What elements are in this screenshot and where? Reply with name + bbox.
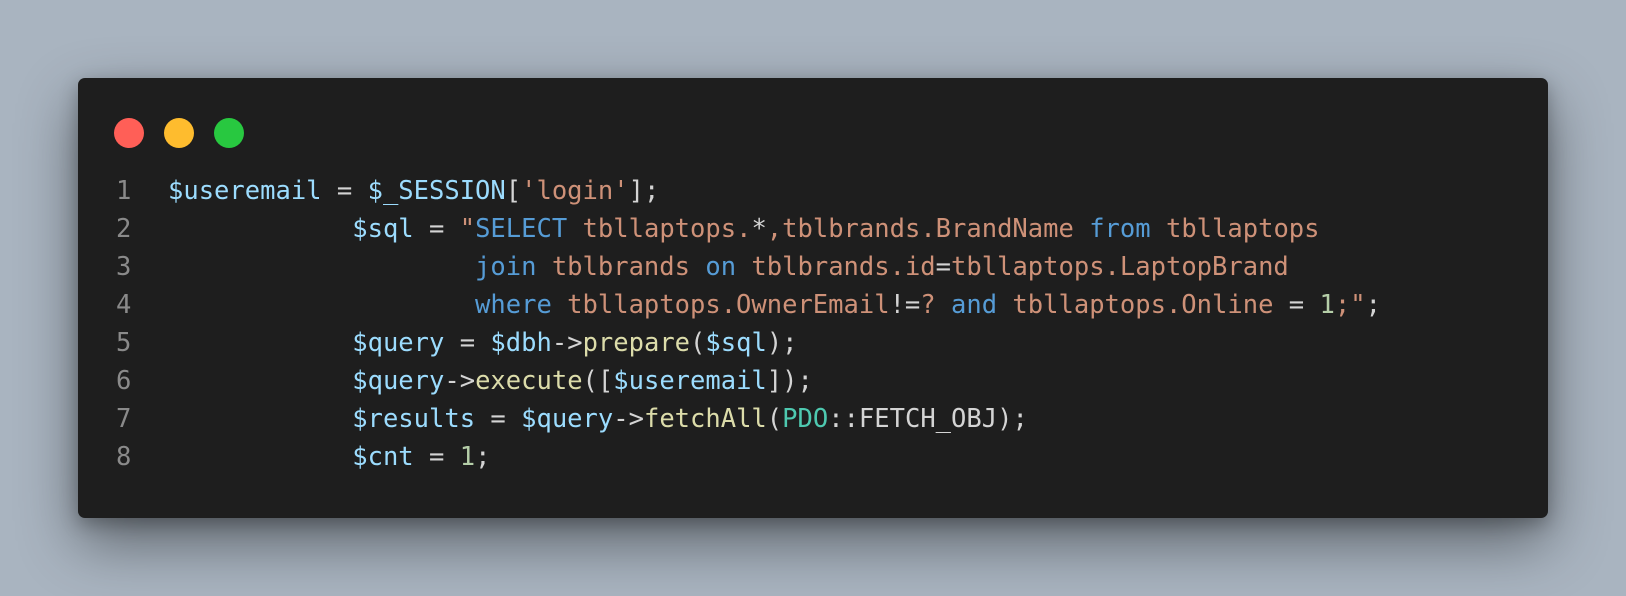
code-line: 5 $query = $dbh->prepare($sql); [78, 324, 1548, 362]
code-token: = [321, 176, 368, 206]
line-number: 3 [116, 252, 132, 282]
code-text: $sql = "SELECT tbllaptops.*,tblbrands.Br… [168, 210, 1320, 248]
code-token: tblbrands.id [736, 252, 936, 282]
code-token: [ [505, 176, 522, 206]
code-line: 1 $useremail = $_SESSION['login']; [78, 172, 1548, 210]
code-token: " [459, 214, 476, 244]
code-token: ; [475, 442, 491, 472]
maximize-dot-icon[interactable] [214, 118, 244, 148]
code-text: $useremail = $_SESSION['login']; [168, 172, 659, 210]
code-token: SELECT [475, 214, 568, 244]
code-block: 1 $useremail = $_SESSION['login']; 2 $sql … [78, 172, 1548, 476]
close-dot-icon[interactable] [114, 118, 144, 148]
code-token: -> [444, 366, 476, 396]
code-line: 6 $query->execute([$useremail]); [78, 362, 1548, 400]
minimize-dot-icon[interactable] [164, 118, 194, 148]
code-token: -> [551, 328, 583, 358]
code-token: and [951, 290, 998, 320]
code-token: = [935, 252, 952, 282]
code-window: 1 $useremail = $_SESSION['login']; 2 $sql … [78, 78, 1548, 518]
code-text: $cnt = 1; [168, 438, 490, 476]
line-number: 5 [116, 328, 132, 358]
code-token: ;" [1334, 290, 1366, 320]
code-line: 2 $sql = "SELECT tbllaptops.*,tblbrands.… [78, 210, 1548, 248]
code-line: 8 $cnt = 1; [78, 438, 1548, 476]
code-text: $results = $query->fetchAll(PDO::FETCH_O… [168, 400, 1028, 438]
code-token: = [444, 328, 491, 358]
code-token: $_SESSION [367, 176, 506, 206]
code-token: prepare [582, 328, 691, 358]
code-token: != [889, 290, 921, 320]
code-text: $query->execute([$useremail]); [168, 362, 813, 400]
line-number: 8 [116, 442, 132, 472]
line-number: 7 [116, 404, 132, 434]
code-token: tbllaptops. [567, 214, 752, 244]
code-token: tblbrands [536, 252, 706, 282]
code-token: where [475, 290, 552, 320]
code-token: tbllaptops [1150, 214, 1320, 244]
code-token: ( [690, 328, 706, 358]
code-text: where tbllaptops.OwnerEmail!=? and tblla… [168, 286, 1381, 324]
code-token: from [1089, 214, 1151, 244]
code-token: ? [920, 290, 952, 320]
code-token: tbllaptops.LaptopBrand [951, 252, 1289, 282]
code-token: ::FETCH_OBJ); [828, 404, 1028, 434]
code-token: PDO [782, 404, 829, 434]
code-text: join tblbrands on tblbrands.id=tbllaptop… [168, 248, 1289, 286]
code-token: $results [352, 404, 476, 434]
code-token: $dbh [490, 328, 552, 358]
code-token: ); [766, 328, 798, 358]
code-token: fetchAll [643, 404, 767, 434]
code-token: $query [352, 328, 445, 358]
code-token: $query [352, 366, 445, 396]
code-token: = [413, 214, 460, 244]
code-token: * [751, 214, 767, 244]
code-token: ( [766, 404, 783, 434]
code-token: $useremail [168, 176, 322, 206]
code-token: tbllaptops.OwnerEmail [551, 290, 890, 320]
code-token: ([ [582, 366, 614, 396]
line-number: 4 [116, 290, 132, 320]
code-token: $cnt [352, 442, 414, 472]
code-token: on [705, 252, 737, 282]
code-token: $sql [705, 328, 767, 358]
code-token: 1 [1319, 290, 1335, 320]
code-token: $useremail [613, 366, 767, 396]
code-token: tbllaptops.Online [997, 290, 1289, 320]
line-number: 2 [116, 214, 132, 244]
code-token: = [475, 404, 522, 434]
code-token: = [1288, 290, 1305, 320]
code-token: ]; [628, 176, 660, 206]
code-token: ]); [766, 366, 813, 396]
code-token: 1 [459, 442, 476, 472]
code-token: 'login' [521, 176, 629, 206]
code-token: $sql [352, 214, 414, 244]
code-token: ; [1365, 290, 1381, 320]
code-line: 3 join tblbrands on tblbrands.id=tbllapt… [78, 248, 1548, 286]
code-line: 7 $results = $query->fetchAll(PDO::FETCH… [78, 400, 1548, 438]
code-line: 4 where tbllaptops.OwnerEmail!=? and tbl… [78, 286, 1548, 324]
code-token: ,tblbrands.BrandName [766, 214, 1090, 244]
line-number: 6 [116, 366, 132, 396]
line-number: 1 [116, 176, 132, 206]
code-token: execute [475, 366, 583, 396]
code-token: -> [613, 404, 644, 434]
code-token: join [475, 252, 537, 282]
code-token: $query [521, 404, 614, 434]
code-token: = [413, 442, 460, 472]
code-text: $query = $dbh->prepare($sql); [168, 324, 798, 362]
